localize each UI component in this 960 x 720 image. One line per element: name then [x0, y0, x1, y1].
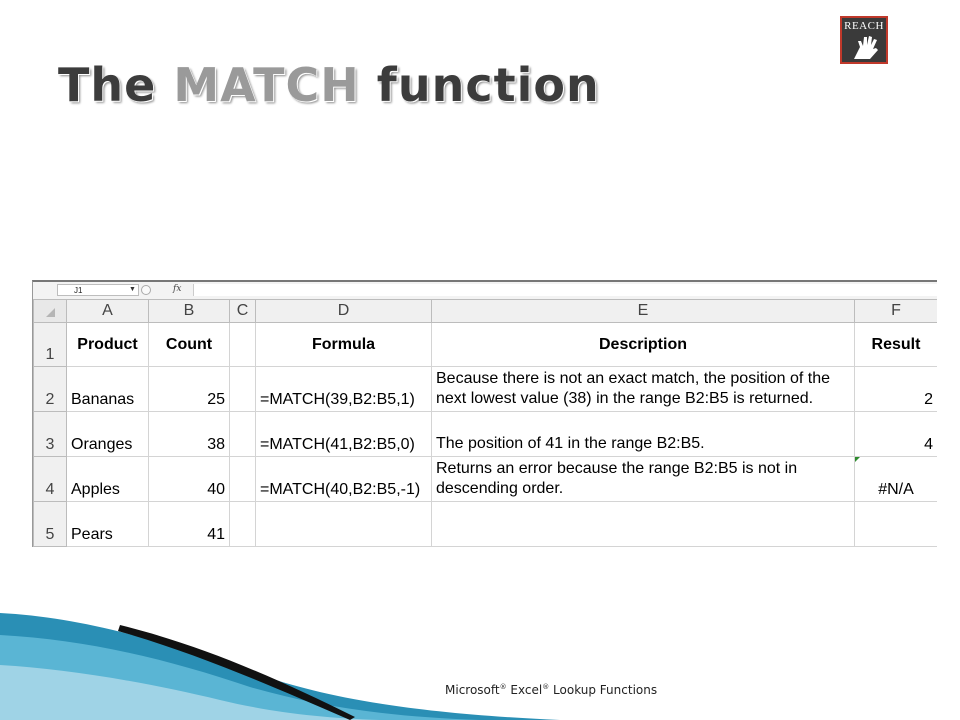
name-box-dropdown-icon[interactable]: ▼ — [129, 286, 136, 293]
insert-function-icon[interactable]: fx — [173, 284, 181, 294]
product-cell[interactable]: Bananas — [66, 366, 149, 412]
result-cell[interactable] — [854, 501, 937, 547]
reach-logo: REACH — [840, 16, 888, 64]
column-header-e[interactable]: E — [431, 299, 855, 323]
formula-input[interactable] — [193, 284, 937, 296]
formula-cell[interactable]: =MATCH(39,B2:B5,1) — [255, 366, 432, 412]
column-header-d[interactable]: D — [255, 299, 432, 323]
cell-c2[interactable] — [229, 366, 256, 412]
column-header-c[interactable]: C — [229, 299, 256, 323]
select-all-icon — [45, 308, 55, 317]
row-header-3[interactable]: 3 — [33, 411, 67, 457]
description-cell[interactable]: Because there is not an exact match, the… — [431, 366, 855, 412]
title-text-match: MATCH — [173, 58, 360, 112]
row-header-5[interactable]: 5 — [33, 501, 67, 547]
row-header-4[interactable]: 4 — [33, 456, 67, 502]
column-header-b[interactable]: B — [148, 299, 230, 323]
footer-text: Microsoft® Excel® Lookup Functions — [445, 683, 657, 697]
header-cell-product[interactable]: Product — [66, 322, 149, 367]
cell-c5[interactable] — [229, 501, 256, 547]
cell-c1[interactable] — [229, 322, 256, 367]
product-cell[interactable]: Oranges — [66, 411, 149, 457]
column-header-row: A B C D E F — [33, 299, 937, 323]
result-cell[interactable]: 2 — [854, 366, 937, 412]
worksheet-grid: A B C D E F 1 Product Count Formula Desc… — [33, 299, 937, 547]
formula-bar-handle-icon[interactable] — [141, 285, 151, 295]
count-cell[interactable]: 41 — [148, 501, 230, 547]
table-row: 4 Apples 40 =MATCH(40,B2:B5,-1) Returns … — [33, 456, 937, 502]
description-cell[interactable]: Returns an error because the range B2:B5… — [431, 456, 855, 502]
registered-mark: ® — [499, 683, 507, 691]
error-indicator-icon — [855, 457, 860, 462]
header-cell-result[interactable]: Result — [854, 322, 937, 367]
footer-excel: Excel — [506, 683, 543, 697]
formula-bar: J1 ▼ fx — [33, 282, 937, 300]
product-cell[interactable]: Apples — [66, 456, 149, 502]
column-header-a[interactable]: A — [66, 299, 149, 323]
excel-spreadsheet: J1 ▼ fx A B C D E F 1 Product Count Form… — [32, 280, 937, 547]
result-cell[interactable]: #N/A — [854, 456, 937, 502]
select-all-corner[interactable] — [33, 299, 67, 323]
result-cell[interactable]: 4 — [854, 411, 937, 457]
title-text-the: The — [58, 58, 174, 112]
row-header-2[interactable]: 2 — [33, 366, 67, 412]
table-row: 1 Product Count Formula Description Resu… — [33, 322, 937, 367]
header-cell-formula[interactable]: Formula — [255, 322, 432, 367]
header-cell-count[interactable]: Count — [148, 322, 230, 367]
row-header-1[interactable]: 1 — [33, 322, 67, 367]
formula-cell[interactable]: =MATCH(41,B2:B5,0) — [255, 411, 432, 457]
cell-c4[interactable] — [229, 456, 256, 502]
hand-icon — [854, 36, 878, 59]
table-row: 5 Pears 41 — [33, 501, 937, 547]
slide-title: The MATCH function — [58, 58, 600, 112]
cell-c3[interactable] — [229, 411, 256, 457]
footer-lookup-functions: Lookup Functions — [549, 683, 658, 697]
count-cell[interactable]: 38 — [148, 411, 230, 457]
count-cell[interactable]: 40 — [148, 456, 230, 502]
description-cell[interactable] — [431, 501, 855, 547]
table-row: 3 Oranges 38 =MATCH(41,B2:B5,0) The posi… — [33, 411, 937, 457]
description-cell[interactable]: The position of 41 in the range B2:B5. — [431, 411, 855, 457]
product-cell[interactable]: Pears — [66, 501, 149, 547]
header-cell-description[interactable]: Description — [431, 322, 855, 367]
footer-microsoft: Microsoft — [445, 683, 500, 697]
formula-cell[interactable]: =MATCH(40,B2:B5,-1) — [255, 456, 432, 502]
footer-swoosh — [0, 613, 560, 720]
formula-cell[interactable] — [255, 501, 432, 547]
logo-text: REACH — [844, 20, 884, 32]
table-row: 2 Bananas 25 =MATCH(39,B2:B5,1) Because … — [33, 366, 937, 412]
count-cell[interactable]: 25 — [148, 366, 230, 412]
column-header-f[interactable]: F — [854, 299, 937, 323]
name-box[interactable]: J1 — [57, 284, 139, 296]
title-text-function: function — [359, 58, 600, 112]
